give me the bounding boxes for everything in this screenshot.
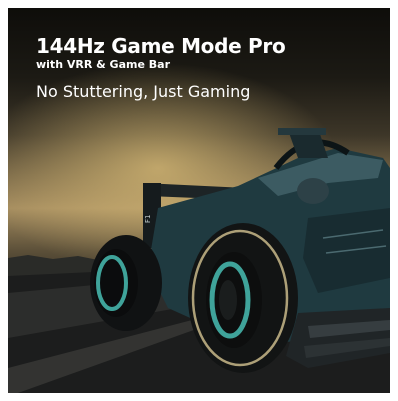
tagline: No Stuttering, Just Gaming xyxy=(36,82,251,101)
subheadline: with VRR & Game Bar xyxy=(36,58,170,71)
driver-helmet xyxy=(297,178,329,204)
svg-text:F1: F1 xyxy=(144,215,152,223)
banner-copy: 144Hz Game Mode Pro with VRR & Game Bar … xyxy=(36,34,286,102)
headline: 144Hz Game Mode Pro xyxy=(36,34,286,58)
airbox-top xyxy=(278,128,326,135)
product-banner: F1 144Hz Game Mode Pro with VRR & Game B… xyxy=(8,8,390,393)
